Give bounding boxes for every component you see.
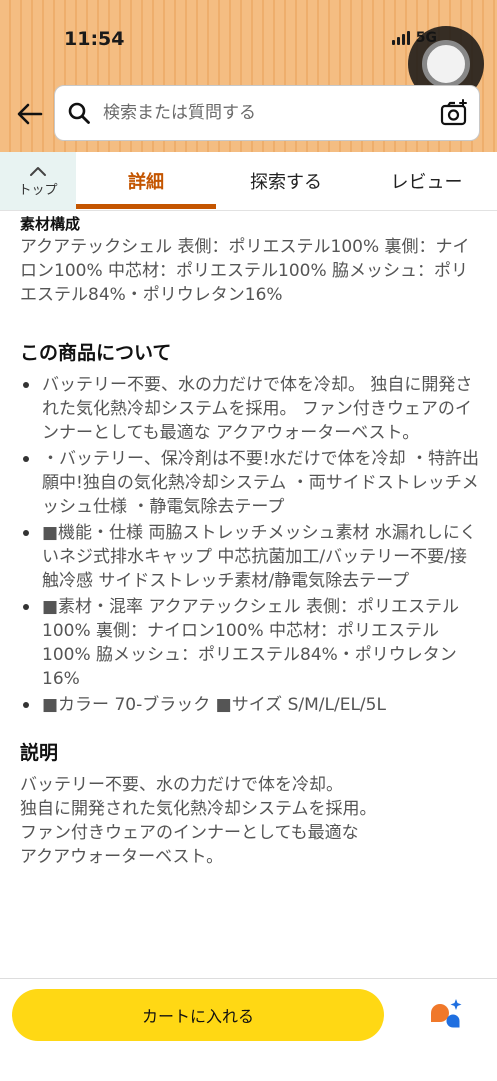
about-bullet: ・バッテリー、保冷剤は不要!水だけで体を冷却 ・特許出願中!独自の気化熱冷却シス… bbox=[20, 447, 480, 519]
tab-reviews[interactable]: レビュー bbox=[356, 152, 497, 210]
about-bullet-list: バッテリー不要、水の力だけで体を冷却。 独自に開発された気化熱冷却システムを採用… bbox=[20, 373, 480, 717]
product-details: 素材構成 アクアテックシェル 表側：ポリエステル100% 裏側：ナイロン100%… bbox=[20, 214, 480, 869]
status-time: 11:54 bbox=[64, 28, 125, 50]
description-text: バッテリー不要、水の力だけで体を冷却。 独自に開発された気化熱冷却システムを採用… bbox=[20, 775, 377, 867]
search-icon bbox=[68, 102, 90, 124]
chevron-up-icon bbox=[30, 166, 46, 176]
about-bullet: バッテリー不要、水の力だけで体を冷却。 独自に開発された気化熱冷却システムを採用… bbox=[20, 373, 480, 445]
back-button[interactable] bbox=[14, 100, 46, 128]
assistive-touch-icon bbox=[422, 40, 470, 88]
material-text: アクアテックシェル 表側：ポリエステル100% 裏側：ナイロン100% 中芯材：… bbox=[20, 237, 470, 305]
scroll-to-top-button[interactable]: トップ bbox=[0, 152, 76, 210]
search-bar[interactable] bbox=[54, 85, 480, 141]
signal-icon bbox=[391, 31, 410, 45]
about-bullet: ■機能・仕様 両脇ストレッチメッシュ素材 水漏れしにくいネジ式排水キャップ 中芯… bbox=[20, 521, 480, 593]
add-to-cart-button[interactable]: カートに入れる bbox=[12, 989, 384, 1041]
material-heading: 素材構成 bbox=[20, 215, 81, 233]
back-arrow-icon bbox=[17, 103, 43, 125]
active-tab-indicator bbox=[76, 204, 216, 209]
about-bullet: ■カラー 70-ブラック ■サイズ S/M/L/EL/5L bbox=[20, 693, 480, 717]
bottom-action-bar: カートに入れる bbox=[0, 978, 497, 1081]
tab-details[interactable]: 詳細 bbox=[76, 152, 216, 210]
camera-icon[interactable] bbox=[439, 98, 469, 128]
about-heading: この商品について bbox=[20, 342, 172, 364]
app-header: 11:54 5G bbox=[0, 0, 497, 152]
tab-bar: トップ 詳細 探索する レビュー bbox=[0, 152, 497, 211]
search-input[interactable] bbox=[101, 102, 405, 124]
rufus-icon[interactable] bbox=[428, 997, 464, 1031]
description-heading: 説明 bbox=[20, 742, 59, 764]
tab-explore[interactable]: 探索する bbox=[216, 152, 356, 210]
scroll-to-top-label: トップ bbox=[18, 182, 58, 198]
about-bullet: ■素材・混率 アクアテックシェル 表側：ポリエステル100% 裏側：ナイロン10… bbox=[20, 595, 480, 691]
